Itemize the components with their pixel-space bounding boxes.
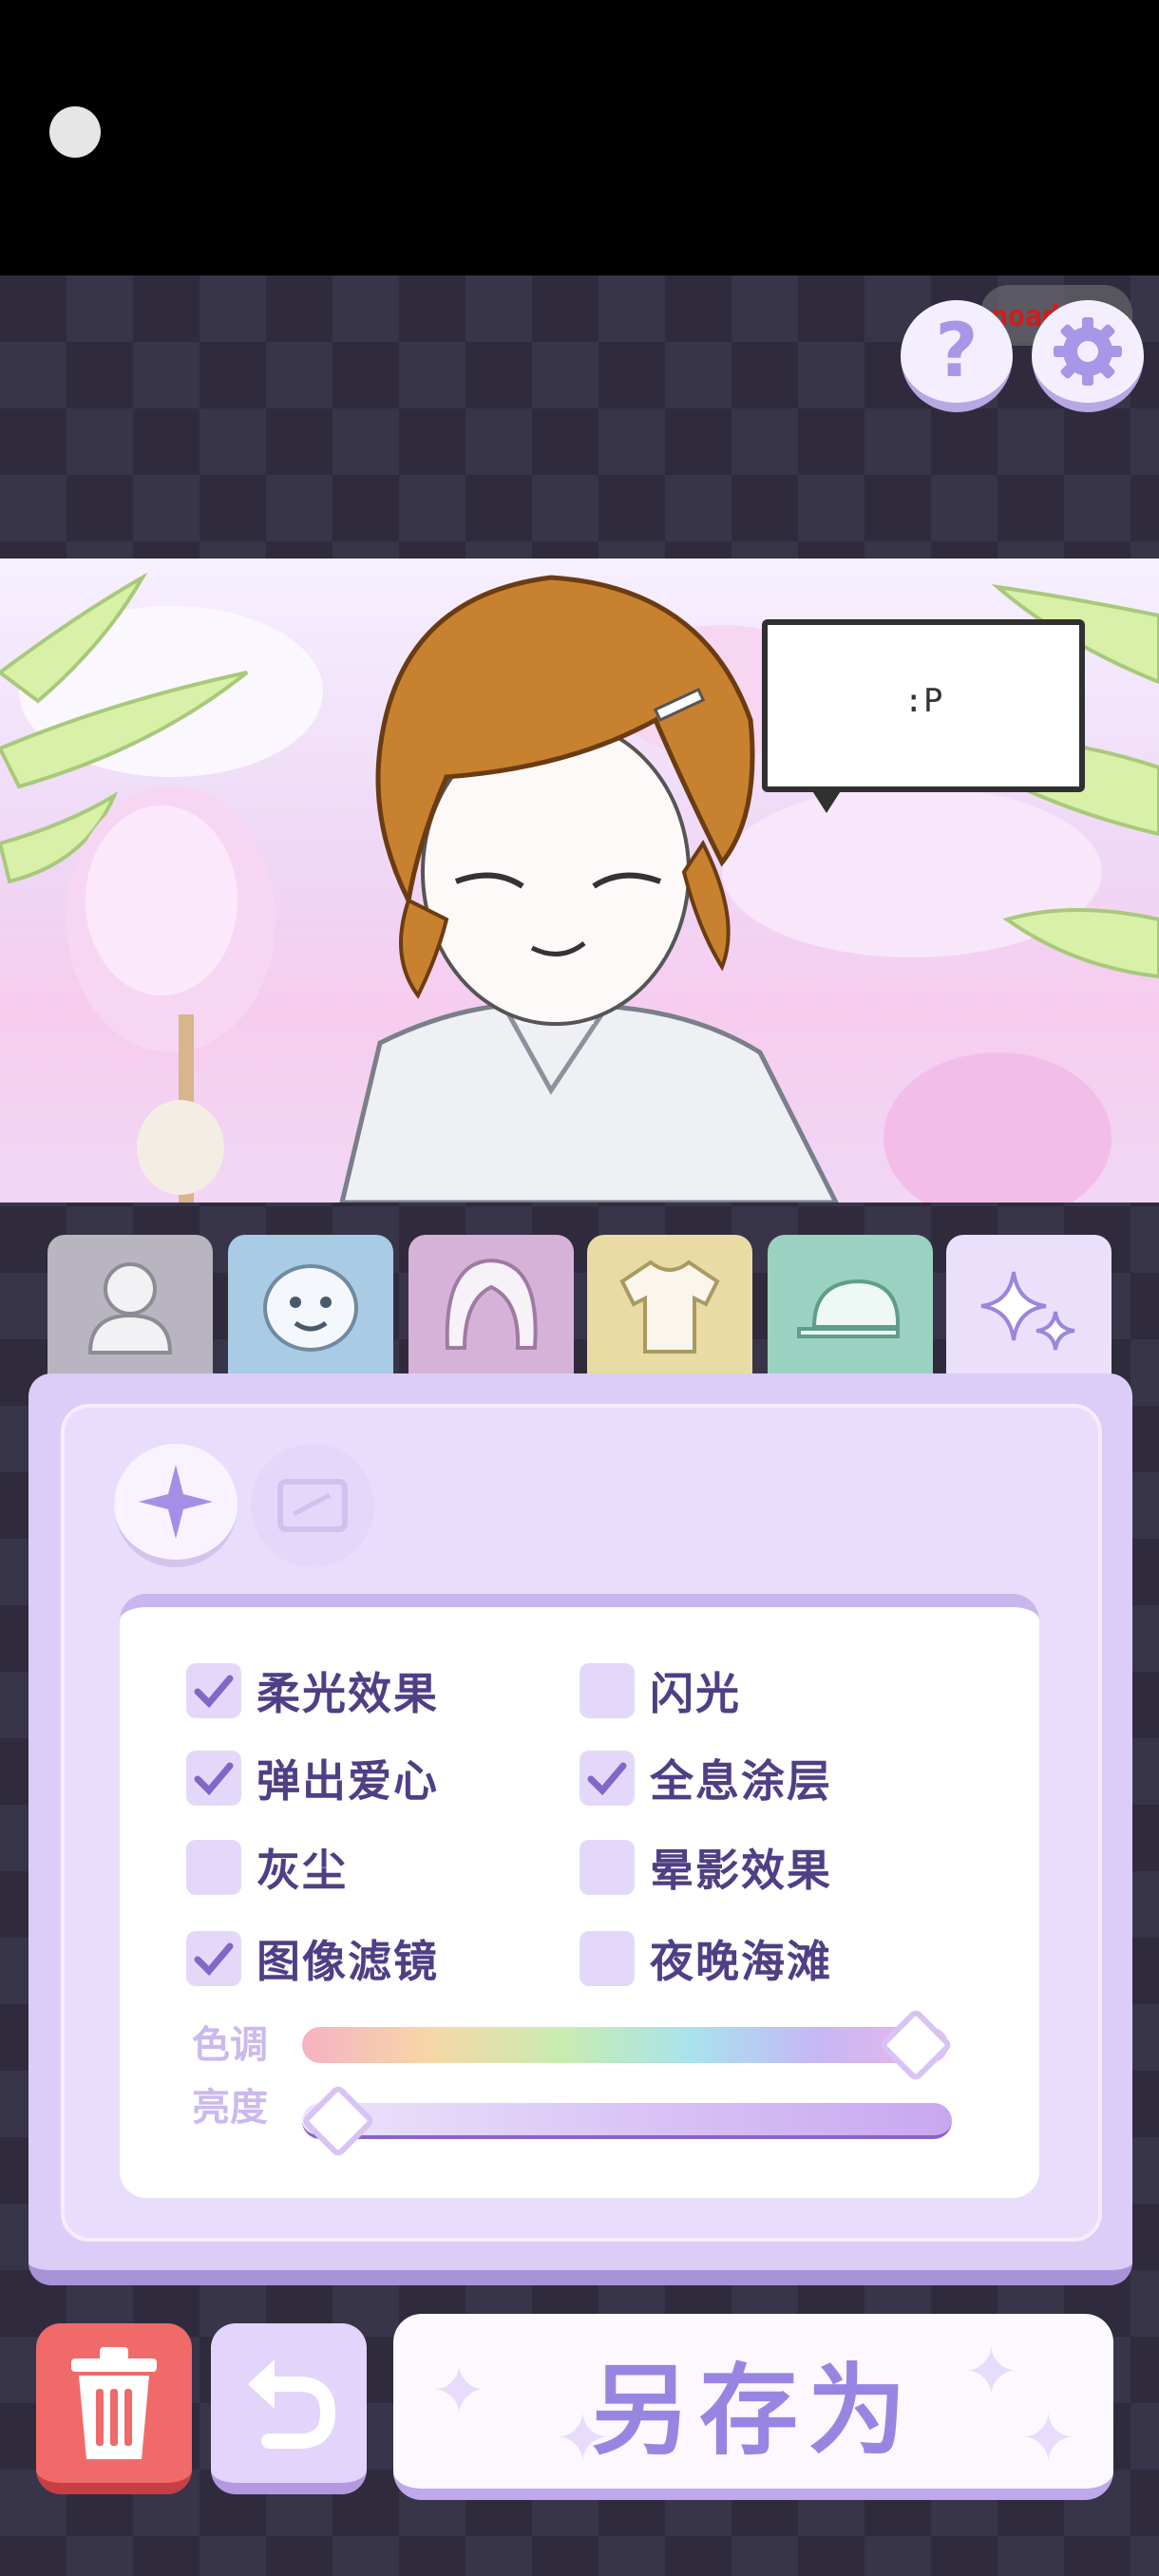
option-label: 弹出爱心 [256,1755,439,1807]
settings-button[interactable] [1032,300,1144,412]
option-label: 图像滤镜 [256,1936,439,1987]
option-label: 全息涂层 [650,1755,832,1807]
tab-hair[interactable] [408,1235,574,1375]
hue-label: 色调 [192,2023,268,2067]
speech-bubble: :P [762,619,1085,792]
option-label: 柔光效果 [256,1668,439,1719]
option-dust[interactable]: 灰尘 [186,1837,348,1898]
help-button[interactable]: ? [901,300,1013,412]
camera-dot [49,106,101,158]
hair-icon [445,1258,538,1350]
tab-face[interactable] [228,1235,393,1375]
person-icon [87,1262,173,1354]
option-label: 闪光 [650,1668,741,1719]
frame-icon [277,1479,348,1532]
option-label: 晕影效果 [650,1845,832,1896]
speech-bubble-text: :P [903,682,943,720]
brightness-label: 亮度 [192,2086,268,2130]
gear-icon [1054,317,1122,386]
checkbox[interactable] [186,1931,241,1986]
tab-effects[interactable] [946,1235,1112,1387]
option-image-filter[interactable]: 图像滤镜 [186,1928,439,1989]
option-holographic[interactable]: 全息涂层 [580,1748,832,1809]
subtab-frame[interactable] [251,1444,374,1567]
tab-clothing[interactable] [587,1235,752,1375]
hue-slider[interactable] [302,2027,948,2063]
undo-icon [248,2359,336,2449]
option-soft-light[interactable]: 柔光效果 [186,1660,439,1721]
checkbox[interactable] [580,1663,635,1718]
option-flash[interactable]: 闪光 [580,1660,741,1721]
option-night-beach[interactable]: 夜晚海滩 [580,1928,832,1989]
star-burst-icon [139,1465,213,1539]
tab-hat[interactable] [768,1235,933,1375]
help-icon: ? [935,309,978,394]
option-vignette[interactable]: 晕影效果 [580,1837,832,1898]
shirt-icon [619,1260,720,1354]
option-label: 夜晚海滩 [650,1936,832,1987]
decorative-star: ✦ [431,2352,487,2430]
undo-button[interactable] [211,2323,367,2494]
delete-button[interactable] [36,2323,192,2494]
option-label: 灰尘 [256,1845,348,1896]
checkmark-icon [194,1762,234,1796]
tab-body[interactable] [48,1235,213,1375]
checkbox[interactable] [186,1840,241,1895]
save-as-label: 另存为 [590,2352,916,2469]
checkmark-icon [194,1675,234,1709]
decorative-star: ✦ [963,2333,1019,2411]
checkbox[interactable] [580,1931,635,1986]
trash-icon [71,2347,157,2459]
status-bar [0,0,1159,275]
face-icon [263,1264,358,1352]
brightness-slider[interactable] [302,2103,952,2139]
speech-bubble-tail [809,786,844,813]
checkbox[interactable] [580,1840,635,1895]
save-as-button[interactable]: ✦ ✦ ✦ ✦ 另存为 [393,2314,1113,2500]
option-pop-hearts[interactable]: 弹出爱心 [186,1748,439,1809]
decorative-star: ✦ [1020,2399,1076,2477]
checkbox[interactable] [186,1663,241,1718]
cap-icon [797,1279,901,1338]
checkmark-icon [587,1762,627,1796]
checkbox[interactable] [186,1751,241,1806]
checkmark-icon [194,1942,234,1977]
checkbox[interactable] [580,1751,635,1806]
sparkle-icon [980,1271,1075,1351]
subtab-sparkle-effects[interactable] [114,1444,238,1567]
